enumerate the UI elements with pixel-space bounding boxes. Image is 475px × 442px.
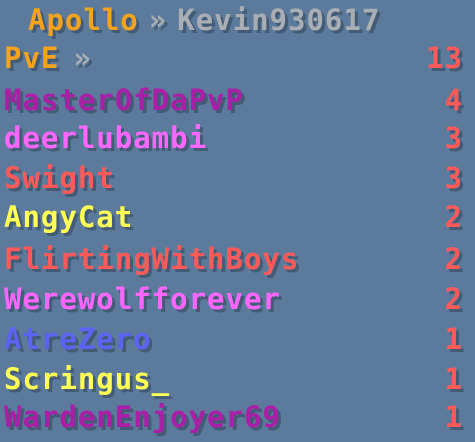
table-row: Werewolfforever 2 [4, 281, 463, 317]
entry-score: 2 [444, 282, 463, 316]
table-row: AngyCat 2 [4, 199, 463, 235]
table-row: MasterOfDaPvP 4 [4, 82, 463, 118]
entry-name: Werewolfforever [4, 282, 281, 316]
table-row: Swight 3 [4, 160, 463, 196]
entry-score: 1 [444, 362, 463, 396]
scoreboard-title: Apollo » Kevin930617 [28, 0, 380, 40]
entry-name: MasterOfDaPvP [4, 83, 244, 117]
entry-name: Swight [4, 161, 115, 195]
entry-score: 4 [444, 83, 463, 117]
entry-name: deerlubambi [4, 121, 208, 155]
mode-label: PvE [4, 41, 60, 75]
server-name: Apollo [28, 3, 139, 37]
player-name: Kevin930617 [177, 3, 381, 37]
entry-name: AtreZero [4, 322, 152, 356]
entry-score: 2 [444, 200, 463, 234]
entry-name: WardenEnjoyer69 [4, 400, 281, 434]
mode-label-group: PvE » [4, 40, 92, 76]
mode-separator: » [73, 41, 92, 75]
table-row: deerlubambi 3 [4, 120, 463, 156]
entry-name: Scringus_ [4, 362, 171, 396]
scoreboard: Apollo» Kevin930617 PvE» 13 MasterOfDaPvP… [0, 0, 475, 442]
mode-value: 13 [426, 41, 463, 75]
entry-score: 3 [444, 161, 463, 195]
entry-name: FlirtingWithBoys [4, 242, 300, 276]
entry-score: 1 [444, 322, 463, 356]
table-row: Scringus_ 1 [4, 361, 463, 397]
entry-score: 2 [444, 242, 463, 276]
entry-score: 3 [444, 121, 463, 155]
entry-name: AngyCat [4, 200, 134, 234]
table-row: WardenEnjoyer69 1 [4, 399, 463, 435]
mode-row: PvE » 13 [4, 40, 463, 76]
entry-score: 1 [444, 400, 463, 434]
table-row: FlirtingWithBoys 2 [4, 241, 463, 277]
table-row: AtreZero 1 [4, 321, 463, 357]
title-separator: » [148, 3, 168, 37]
